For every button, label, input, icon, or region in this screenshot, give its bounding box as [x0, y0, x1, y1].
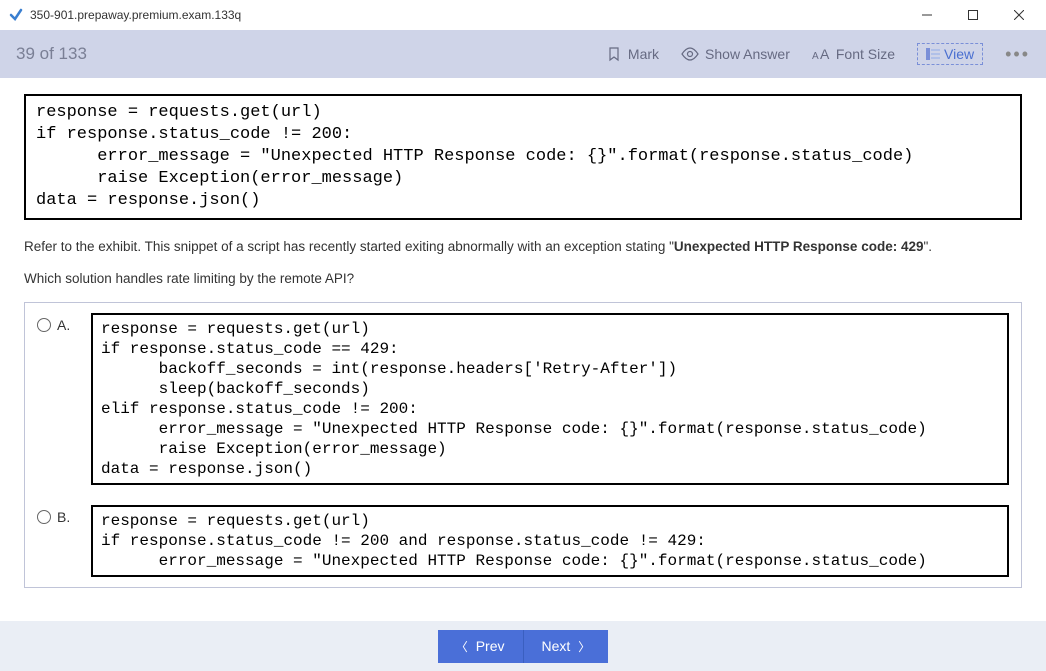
next-label: Next	[542, 638, 571, 654]
more-button[interactable]: •••	[1005, 44, 1030, 65]
radio-b-wrap[interactable]: B.	[37, 505, 81, 525]
question-sub: Which solution handles rate limiting by …	[24, 271, 1022, 286]
show-answer-button[interactable]: Show Answer	[681, 46, 790, 62]
question-intro-bold: Unexpected HTTP Response code: 429	[674, 239, 924, 254]
app-icon	[8, 7, 24, 23]
question-intro-suffix: ".	[923, 239, 932, 254]
close-button[interactable]	[996, 0, 1042, 30]
question-intro-prefix: Refer to the exhibit. This snippet of a …	[24, 239, 674, 254]
minimize-button[interactable]	[904, 0, 950, 30]
answer-a-label: A.	[57, 317, 70, 333]
titlebar: 350-901.prepaway.premium.exam.133q	[0, 0, 1046, 30]
exhibit-code: response = requests.get(url) if response…	[24, 94, 1022, 220]
content-area[interactable]: response = requests.get(url) if response…	[0, 78, 1046, 621]
question-intro: Refer to the exhibit. This snippet of a …	[24, 238, 1022, 257]
answer-option-b[interactable]: B. response = requests.get(url) if respo…	[25, 495, 1021, 587]
toolbar: 39 of 133 Mark Show Answer AA Font Size …	[0, 30, 1046, 78]
font-size-label: Font Size	[836, 46, 895, 62]
font-size-icon: AA	[812, 46, 830, 62]
svg-text:A: A	[820, 46, 830, 62]
maximize-button[interactable]	[950, 0, 996, 30]
radio-b[interactable]	[37, 510, 51, 524]
answers-box: A. response = requests.get(url) if respo…	[24, 302, 1022, 588]
window-title: 350-901.prepaway.premium.exam.133q	[30, 8, 241, 22]
prev-button[interactable]: 〈 Prev	[438, 630, 524, 663]
svg-text:A: A	[812, 51, 819, 62]
answer-a-code: response = requests.get(url) if response…	[91, 313, 1009, 485]
next-button[interactable]: Next 〉	[524, 630, 609, 663]
question-counter: 39 of 133	[16, 44, 87, 64]
show-answer-label: Show Answer	[705, 46, 790, 62]
titlebar-left: 350-901.prepaway.premium.exam.133q	[8, 7, 241, 23]
prev-label: Prev	[476, 638, 505, 654]
radio-a[interactable]	[37, 318, 51, 332]
font-size-button[interactable]: AA Font Size	[812, 46, 895, 62]
toolbar-actions: Mark Show Answer AA Font Size View •••	[606, 43, 1030, 65]
view-icon	[926, 48, 940, 60]
bookmark-icon	[606, 46, 622, 62]
view-label: View	[944, 46, 974, 62]
window-controls	[904, 0, 1042, 30]
answer-option-a[interactable]: A. response = requests.get(url) if respo…	[25, 303, 1021, 495]
radio-a-wrap[interactable]: A.	[37, 313, 81, 333]
mark-button[interactable]: Mark	[606, 46, 659, 62]
eye-icon	[681, 46, 699, 62]
chevron-right-icon: 〉	[578, 638, 590, 655]
mark-label: Mark	[628, 46, 659, 62]
answer-b-code: response = requests.get(url) if response…	[91, 505, 1009, 577]
answer-b-label: B.	[57, 509, 70, 525]
chevron-left-icon: 〈	[456, 638, 468, 655]
footer-nav: 〈 Prev Next 〉	[0, 621, 1046, 671]
view-button[interactable]: View	[917, 43, 983, 65]
